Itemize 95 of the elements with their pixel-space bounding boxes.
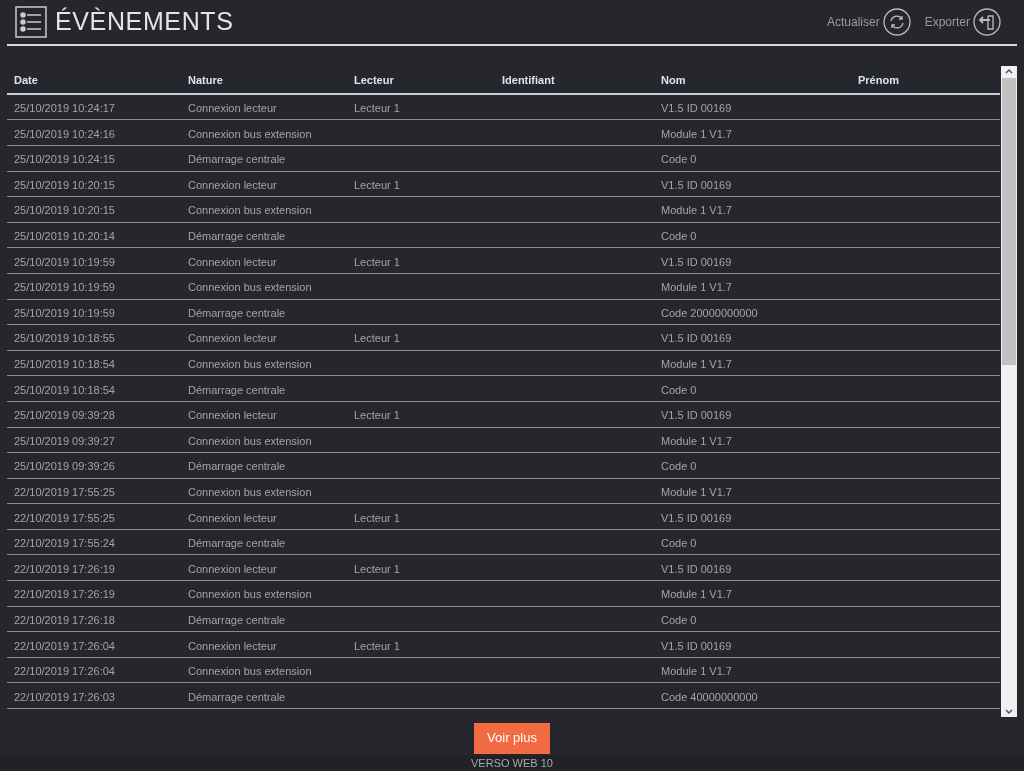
list-icon (15, 5, 47, 38)
table-cell: V1.5 ID 00169 (661, 332, 732, 345)
table-cell: 22/10/2019 17:55:24 (14, 537, 115, 550)
table-cell: 25/10/2019 09:39:27 (14, 434, 115, 447)
table-cell: V1.5 ID 00169 (661, 255, 732, 268)
scrollbar-thumb[interactable] (1002, 77, 1016, 365)
table-cell: Connexion lecteur (188, 639, 277, 652)
table-cell: Connexion lecteur (188, 562, 277, 575)
table-cell: Code 0 (661, 153, 697, 166)
table-cell: Module 1 V1.7 (661, 486, 732, 498)
table-cell: Connexion lecteur (188, 255, 277, 268)
table-cell: Code 20000000000 (661, 306, 758, 319)
table-cell: Code 0 (661, 383, 697, 396)
table-cell: Connexion bus extension (188, 588, 312, 601)
table-cell: 25/10/2019 10:20:15 (14, 204, 115, 217)
column-header[interactable]: Lecteur (354, 74, 394, 87)
table-cell: Connexion bus extension (188, 665, 312, 678)
column-header[interactable]: Identifiant (502, 74, 555, 87)
table-cell: Démarrage centrale (188, 230, 286, 243)
table-cell: Lecteur 1 (354, 255, 400, 268)
table-cell: Connexion lecteur (188, 102, 277, 115)
table-cell: Démarrage centrale (188, 690, 286, 703)
table-cell: Connexion lecteur (188, 409, 277, 422)
table-cell: Lecteur 1 (354, 639, 400, 652)
table-cell: Connexion bus extension (188, 281, 312, 294)
table-cell: 22/10/2019 17:55:25 (14, 486, 115, 498)
column-header[interactable]: Nom (661, 74, 686, 87)
table-cell: Connexion bus extension (188, 434, 312, 447)
table-cell: Lecteur 1 (354, 409, 400, 422)
table-cell: Module 1 V1.7 (661, 281, 732, 294)
table-cell: 25/10/2019 09:39:26 (14, 460, 115, 473)
export-button[interactable]: Exporter (924, 7, 1001, 36)
table-cell: Démarrage centrale (188, 383, 286, 396)
table-cell: 22/10/2019 17:26:04 (14, 665, 115, 678)
table-cell: Code 0 (661, 230, 697, 243)
table-cell: 25/10/2019 10:24:17 (14, 102, 115, 115)
table-cell: Code 0 (661, 537, 697, 550)
table-cell: 25/10/2019 10:24:15 (14, 153, 115, 166)
table-cell: V1.5 ID 00169 (661, 562, 732, 575)
table-cell: Lecteur 1 (354, 562, 400, 575)
table-cell: Démarrage centrale (188, 460, 286, 473)
table-cell: 25/10/2019 10:18:54 (14, 383, 115, 396)
table-cell: V1.5 ID 00169 (661, 178, 732, 191)
table-cell: Connexion bus extension (188, 486, 312, 498)
footer-text: VERSO WEB 10 (471, 755, 553, 771)
table-cell: Module 1 V1.7 (661, 665, 732, 678)
table-cell: Code 0 (661, 460, 697, 473)
table-cell: Connexion bus extension (188, 204, 312, 217)
table-cell: Démarrage centrale (188, 153, 286, 166)
table-cell: Connexion lecteur (188, 178, 277, 191)
column-header[interactable]: Date (14, 74, 38, 87)
table-cell: Module 1 V1.7 (661, 588, 732, 601)
table-cell: 22/10/2019 17:26:04 (14, 639, 115, 652)
page-title: ÉVÈNEMENTS (55, 6, 234, 38)
table-cell: 22/10/2019 17:26:03 (14, 690, 115, 703)
table-cell: 25/10/2019 10:19:59 (14, 306, 115, 319)
table-cell: Lecteur 1 (354, 332, 400, 345)
table-cell: V1.5 ID 00169 (661, 102, 732, 115)
table-cell: 25/10/2019 09:39:28 (14, 409, 115, 422)
table-cell: Connexion bus extension (188, 358, 312, 370)
table-cell: 25/10/2019 10:19:59 (14, 281, 115, 294)
table-cell: V1.5 ID 00169 (661, 409, 732, 422)
refresh-icon[interactable] (882, 7, 911, 36)
column-header[interactable]: Nature (188, 74, 223, 87)
table-cell: Module 1 V1.7 (661, 127, 732, 140)
table-cell: Lecteur 1 (354, 102, 400, 115)
table-cell: 25/10/2019 10:20:14 (14, 230, 115, 243)
table-cell: 22/10/2019 17:55:25 (14, 511, 115, 524)
table-cell: 22/10/2019 17:26:19 (14, 588, 115, 601)
table-cell: V1.5 ID 00169 (661, 639, 732, 652)
table-cell: V1.5 ID 00169 (661, 511, 732, 524)
table-cell: Code 0 (661, 613, 697, 626)
exit-icon[interactable] (973, 7, 1001, 36)
table-cell: 22/10/2019 17:26:19 (14, 562, 115, 575)
table-cell: Module 1 V1.7 (661, 204, 732, 217)
table-cell: Code 40000000000 (661, 690, 758, 703)
table-cell: 22/10/2019 17:26:18 (14, 613, 115, 626)
table-cell: Démarrage centrale (188, 537, 286, 550)
refresh-button[interactable]: Actualiser (826, 7, 911, 36)
table-cell: Module 1 V1.7 (661, 358, 732, 370)
table-cell: Connexion lecteur (188, 332, 277, 345)
table-cell: Démarrage centrale (188, 306, 286, 319)
table-cell: Connexion lecteur (188, 511, 277, 524)
table-cell: 25/10/2019 10:20:15 (14, 178, 115, 191)
table-cell: 25/10/2019 10:19:59 (14, 255, 115, 268)
table-cell: 25/10/2019 10:24:16 (14, 127, 115, 140)
table-cell: 25/10/2019 10:18:55 (14, 332, 115, 345)
scrollbar[interactable] (1001, 65, 1017, 717)
column-header[interactable]: Prénom (858, 74, 899, 87)
table-cell: 25/10/2019 10:18:54 (14, 358, 115, 370)
table-cell: Connexion bus extension (188, 127, 312, 140)
table-cell: Lecteur 1 (354, 511, 400, 524)
table-cell: Lecteur 1 (354, 178, 400, 191)
table-cell: Module 1 V1.7 (661, 434, 732, 447)
table-cell: Démarrage centrale (188, 613, 286, 626)
